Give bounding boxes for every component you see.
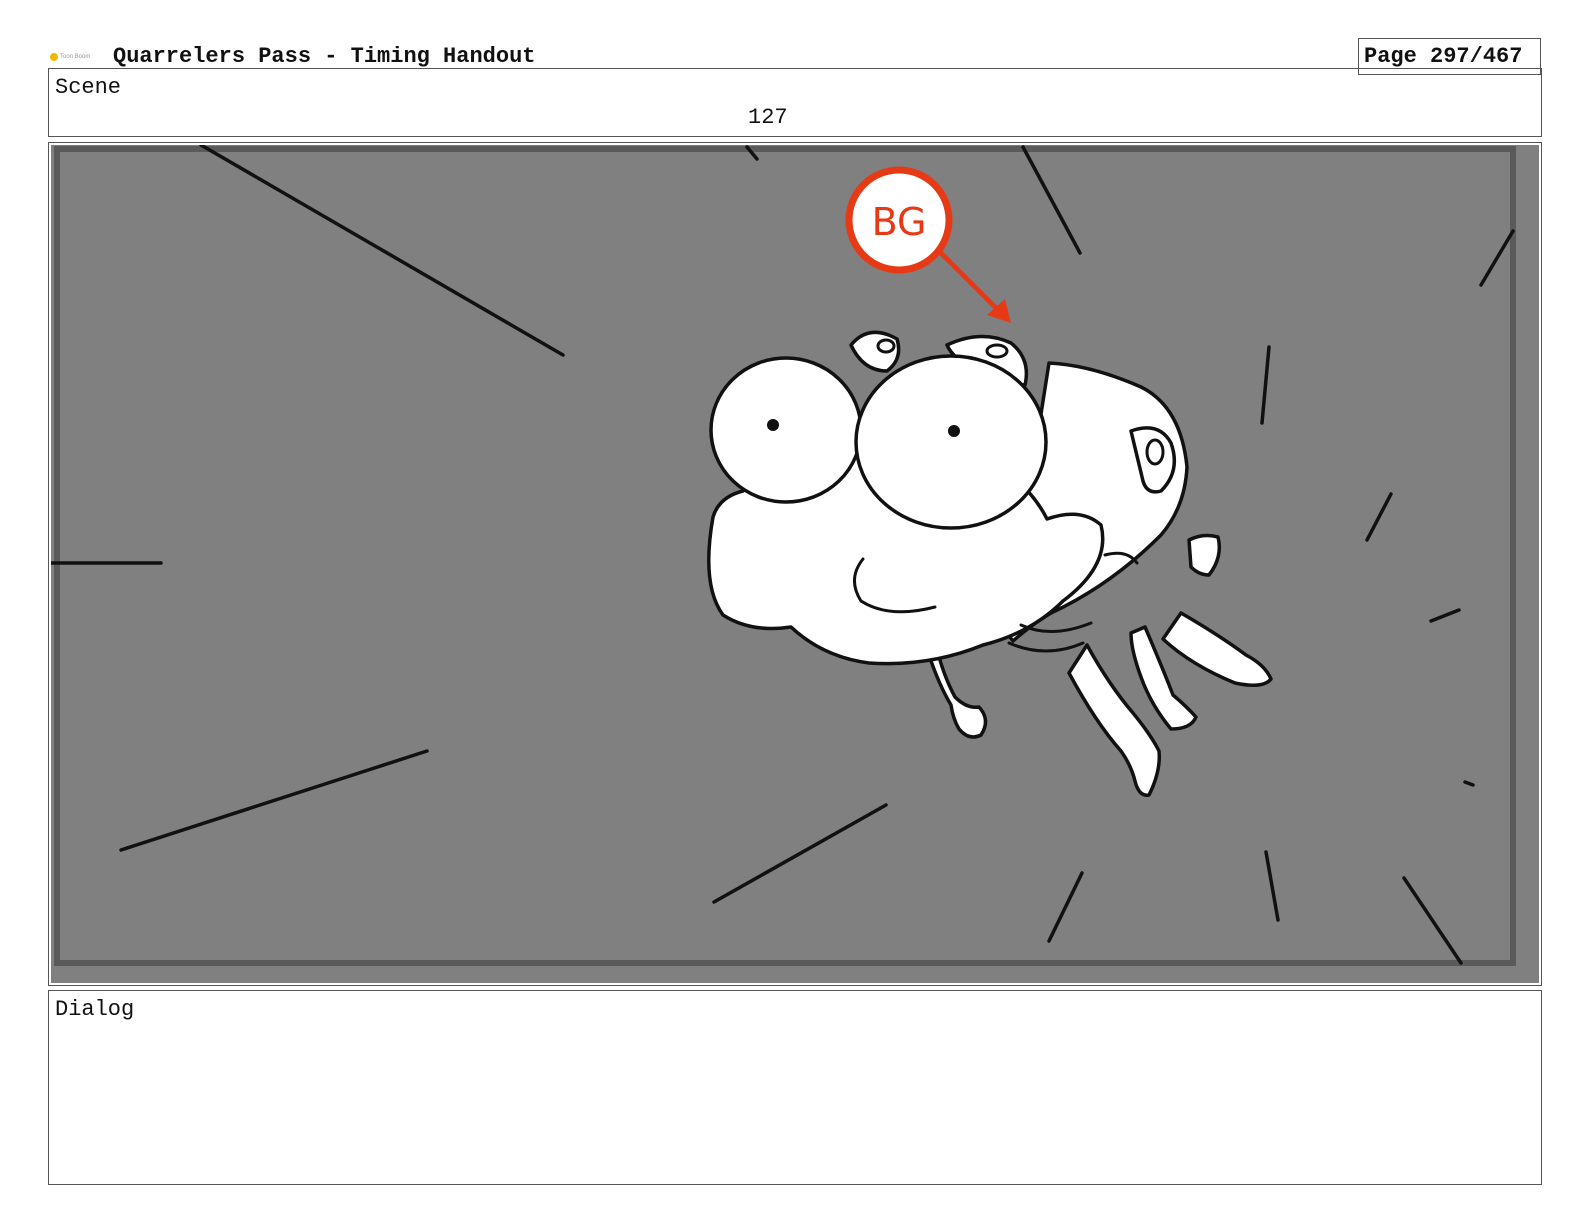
dialog-label: Dialog (55, 997, 135, 1022)
logo-sun-icon (50, 53, 58, 61)
creature-eye-left (709, 356, 863, 504)
page-number: Page 297/467 (1364, 44, 1523, 69)
dialog-box (48, 990, 1542, 1185)
creature-wing (1187, 533, 1222, 577)
annotation-text: BG (872, 200, 927, 244)
toon-boom-logo: Toon Boom (50, 50, 100, 64)
scene-box (48, 68, 1542, 137)
scene-number: 127 (748, 105, 788, 130)
creature-eye-right (854, 354, 1048, 530)
storyboard-panel-drawing: BG (51, 145, 1539, 983)
logo-text: Toon Boom (60, 54, 91, 60)
pupil-right (948, 425, 960, 437)
pupil-left (767, 419, 779, 431)
document-title: Quarrelers Pass - Timing Handout (113, 44, 536, 69)
scene-label: Scene (55, 75, 122, 100)
